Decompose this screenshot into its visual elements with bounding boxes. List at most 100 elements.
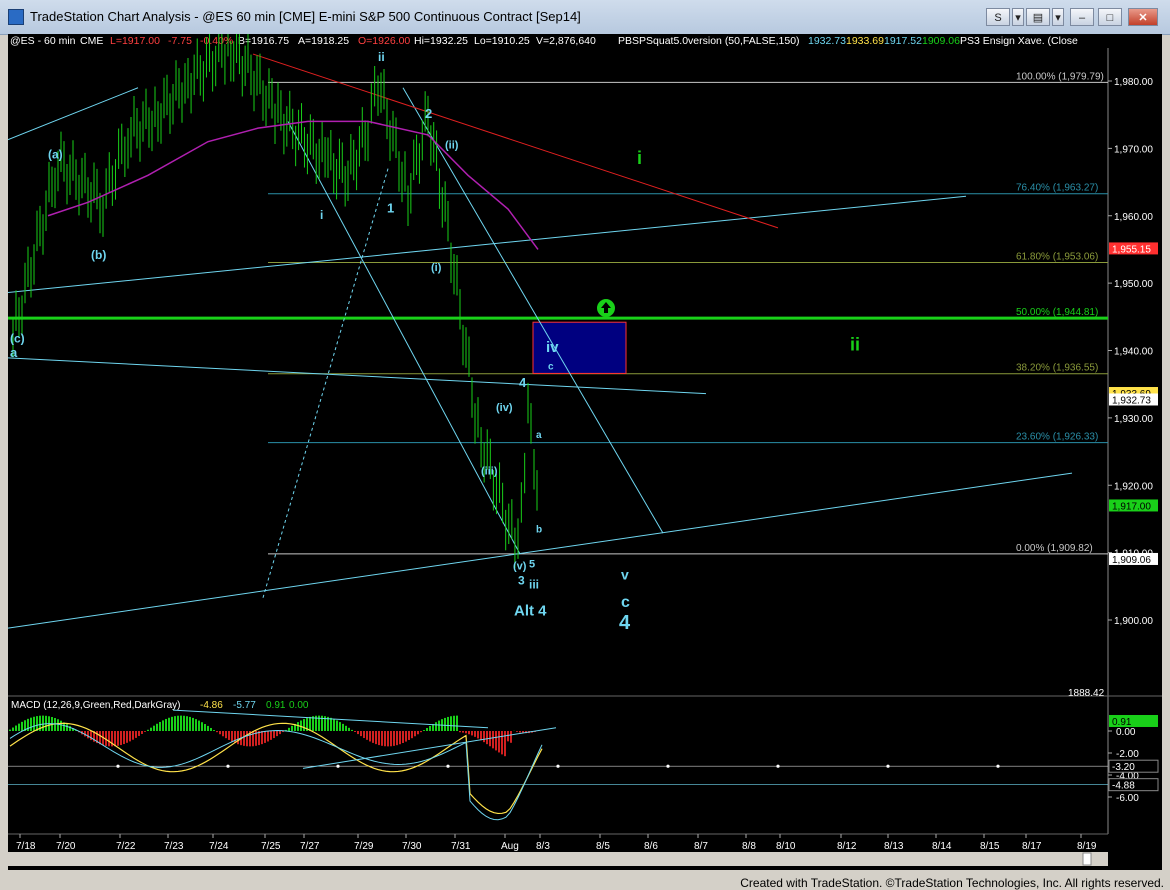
macd-dot — [116, 764, 120, 768]
wave-label: iv — [546, 339, 559, 356]
macd-dot — [776, 764, 780, 768]
time-tick-label: 8/7 — [694, 841, 708, 852]
time-tick-label: Aug — [501, 841, 519, 852]
time-tick-label: 8/19 — [1077, 841, 1097, 852]
time-tick-label: 8/13 — [884, 841, 904, 852]
time-tick-label: 8/17 — [1022, 841, 1042, 852]
wave-label: Alt 4 — [514, 602, 547, 619]
s-dropdown-button[interactable]: ▾ — [1012, 8, 1024, 26]
resistance-line — [252, 53, 779, 229]
macd-value-4: 0.00 — [289, 700, 309, 711]
wave-label: i — [637, 148, 642, 168]
footer-credit: Created with TradeStation. ©TradeStation… — [740, 876, 1164, 890]
wave-label: c — [548, 361, 554, 372]
trend-line — [262, 168, 389, 598]
minimize-button[interactable]: – — [1070, 8, 1094, 26]
price-tag-label: 1,932.73 — [1112, 395, 1151, 406]
time-tick-label: 8/8 — [742, 841, 756, 852]
time-tick-label: 8/12 — [837, 841, 857, 852]
macd-value-2: -5.77 — [233, 700, 256, 711]
link-dropdown-button[interactable]: ▾ — [1052, 8, 1064, 26]
time-tick-label: 7/29 — [354, 841, 374, 852]
macd-tag-label: -4.88 — [1112, 781, 1135, 792]
price-chart[interactable]: 1,980.00 1,970.00 1,960.00 1,950.00 1,940.00… — [8, 34, 1162, 870]
time-tick-label: 7/31 — [451, 841, 471, 852]
chart-area[interactable]: @ES - 60 min CME L=1917.00 -7.75 -0.40% … — [8, 34, 1162, 870]
wave-label: ii — [850, 335, 860, 355]
price-tag-label: 1,917.00 — [1112, 501, 1151, 512]
time-tick-label: 8/5 — [596, 841, 610, 852]
time-tick-label: 7/24 — [209, 841, 229, 852]
time-tick-label: 7/25 — [261, 841, 281, 852]
time-tick-label: 8/14 — [932, 841, 952, 852]
time-tick-label: 7/23 — [164, 841, 184, 852]
app-icon — [8, 9, 24, 25]
time-tick-label: 8/15 — [980, 841, 1000, 852]
window-title: TradeStation Chart Analysis - @ES 60 min… — [30, 9, 581, 24]
wave-label: a — [536, 430, 542, 441]
wave-label: a — [10, 345, 18, 360]
fib-label: 38.20% (1,936.55) — [1016, 363, 1098, 374]
wave-label: c — [621, 594, 630, 611]
wave-label: 5 — [529, 558, 535, 570]
close-button[interactable]: ✕ — [1128, 8, 1158, 26]
time-tick-label: 8/6 — [644, 841, 658, 852]
macd-tag-label: -3.20 — [1112, 762, 1135, 773]
time-tick-label: 7/27 — [300, 841, 320, 852]
macd-tag-label: 0.91 — [1112, 717, 1132, 728]
price-tick-label: 1,970.00 — [1114, 144, 1153, 155]
price-tick-label: 1,950.00 — [1114, 279, 1153, 290]
fib-label: 0.00% (1,909.82) — [1016, 543, 1093, 554]
wave-label: 4 — [619, 612, 631, 634]
macd-dot — [666, 764, 670, 768]
wave-label: i — [320, 208, 323, 222]
price-tick-label: 1,940.00 — [1114, 347, 1153, 358]
macd-label: MACD (12,26,9,Green,Red,DarkGray) — [11, 700, 181, 711]
wave-label: (iii) — [481, 465, 498, 477]
time-tick-label: 7/18 — [16, 841, 36, 852]
s-button[interactable]: S — [986, 8, 1010, 26]
fib-label: 76.40% (1,963.27) — [1016, 183, 1098, 194]
time-tick-label: 7/30 — [402, 841, 422, 852]
macd-dot — [556, 764, 560, 768]
wave-label: (ii) — [445, 139, 459, 151]
price-tag-label: 1,909.06 — [1112, 555, 1151, 566]
wave-label: (iv) — [496, 402, 513, 414]
trend-line — [287, 121, 521, 555]
macd-dot — [996, 764, 1000, 768]
maximize-button[interactable]: □ — [1098, 8, 1122, 26]
time-tick-label: 8/3 — [536, 841, 550, 852]
fib-label: 23.60% (1,926.33) — [1016, 432, 1098, 443]
wave-label: ii — [378, 50, 385, 64]
scrollbar-thumb — [1082, 852, 1092, 866]
price-axis-bg — [1108, 34, 1162, 870]
macd-tick-label: -6.00 — [1116, 793, 1139, 804]
macd-tick-label: 0.00 — [1116, 727, 1136, 738]
price-axis-lower-label: 1888.42 — [1068, 688, 1105, 699]
price-tick-label: 1,980.00 — [1114, 77, 1153, 88]
window-titlebar: TradeStation Chart Analysis - @ES 60 min… — [0, 0, 1170, 35]
wave-label: (b) — [91, 248, 106, 262]
wave-label: b — [536, 524, 542, 535]
time-tick-label: 7/20 — [56, 841, 76, 852]
wave-label: (v) — [513, 560, 527, 572]
time-tick-label: 7/22 — [116, 841, 136, 852]
link-button[interactable]: ▤ — [1026, 8, 1050, 26]
price-tick-label: 1,930.00 — [1114, 414, 1153, 425]
macd-value-3: 0.91 — [266, 700, 286, 711]
wave-label: (i) — [431, 262, 442, 274]
fib-label: 100.00% (1,979.79) — [1016, 71, 1104, 82]
fib-label: 61.80% (1,953.06) — [1016, 252, 1098, 263]
trend-line — [8, 195, 967, 294]
macd-dot — [886, 764, 890, 768]
wave-label: 4 — [519, 375, 527, 390]
macd-dot — [336, 764, 340, 768]
wave-label: iii — [529, 577, 539, 591]
price-tick-label: 1,900.00 — [1114, 616, 1153, 627]
macd-trend-line-2 — [302, 727, 557, 769]
wave-label: 3 — [518, 573, 525, 587]
wave-label: 1 — [387, 200, 394, 215]
macd-tick-label: -2.00 — [1116, 749, 1139, 760]
wave-label: v — [621, 567, 629, 583]
wave-label: 2 — [425, 106, 432, 121]
